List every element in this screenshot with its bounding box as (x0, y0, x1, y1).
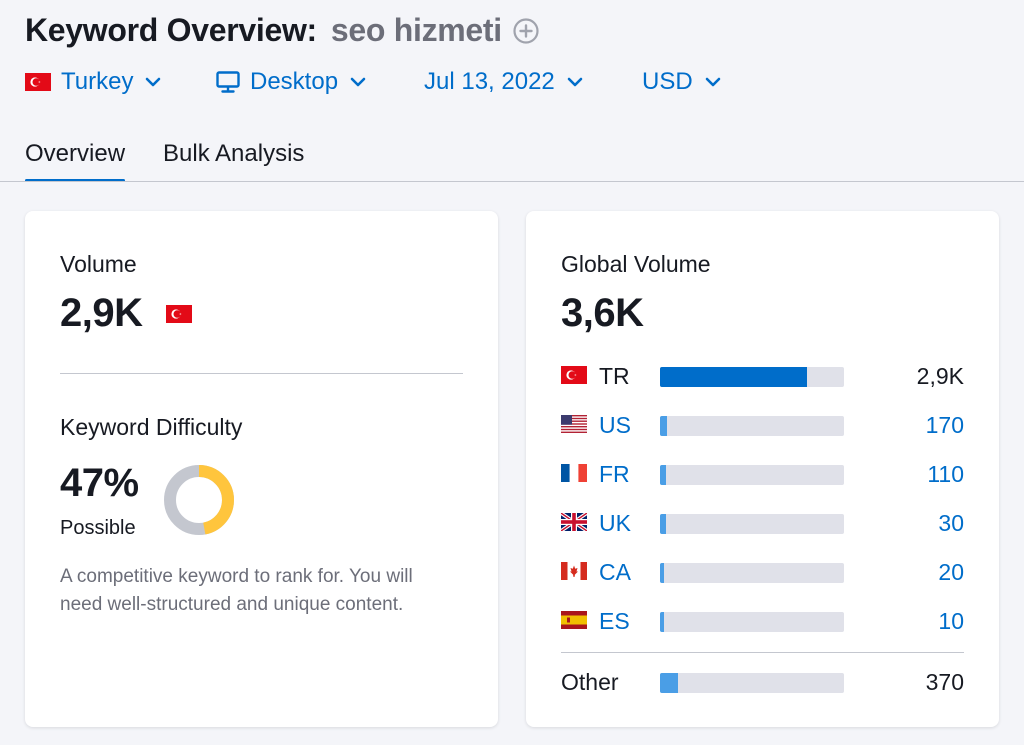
country-code[interactable]: FR (599, 461, 630, 488)
country-label: Turkey (61, 68, 134, 95)
keyword-text: seo hizmeti (330, 12, 502, 48)
keyword-difficulty-value: 47% (60, 461, 139, 505)
volume-bar-track (660, 673, 844, 693)
device-selector[interactable]: Desktop (216, 68, 366, 96)
global-volume-label: Global Volume (561, 251, 711, 277)
difficulty-donut-chart (164, 465, 234, 535)
other-volume: 370 (925, 669, 964, 695)
turkey-flag-icon (166, 305, 192, 323)
country-volume[interactable]: 10 (938, 608, 964, 635)
monitor-icon (216, 71, 240, 93)
date-selector[interactable]: Jul 13, 2022 (424, 68, 583, 96)
country-volume: 2,9K (916, 363, 964, 389)
page-header: Keyword Overview: seo hizmeti (25, 12, 540, 49)
country-code[interactable]: ES (599, 608, 630, 635)
keyword-difficulty-label: Keyword Difficulty (60, 414, 243, 440)
chevron-down-icon (350, 77, 366, 87)
difficulty-description: A competitive keyword to rank for. You w… (60, 566, 413, 615)
other-label: Other (561, 669, 619, 695)
country-code[interactable]: US (599, 412, 631, 439)
spain-flag-icon (561, 611, 587, 629)
global-volume-value: 3,6K (561, 291, 644, 335)
currency-label: USD (642, 68, 693, 95)
add-circle-icon[interactable] (512, 17, 540, 45)
volume-bar-track (660, 612, 844, 632)
volume-bar-fill (660, 367, 808, 387)
volume-bar-track (660, 465, 844, 485)
volume-bar-fill (660, 514, 666, 534)
tab-overview[interactable]: Overview (25, 140, 126, 182)
chevron-down-icon (705, 77, 720, 87)
country-row-ca[interactable]: CA 20 (561, 559, 964, 589)
volume-bar-fill (660, 673, 679, 693)
date-label: Jul 13, 2022 (424, 68, 555, 95)
country-selector[interactable]: Turkey (25, 68, 161, 96)
chevron-down-icon (567, 77, 583, 87)
country-row-uk[interactable]: UK 30 (561, 510, 964, 540)
volume-bar-track (660, 563, 844, 583)
volume-value: 2,9K (60, 291, 143, 335)
currency-selector[interactable]: USD (642, 68, 721, 96)
country-volume[interactable]: 110 (927, 461, 964, 488)
country-code[interactable]: CA (599, 559, 631, 586)
volume-label: Volume (60, 251, 137, 277)
france-flag-icon (561, 464, 587, 482)
country-row-tr: TR 2,9K (561, 363, 964, 393)
volume-bar-track (660, 416, 844, 436)
page-title: Keyword Overview: (25, 12, 317, 48)
tab-bulk-analysis[interactable]: Bulk Analysis (163, 140, 304, 168)
volume-card: Volume 2,9K Keyword Difficulty 47% Possi… (25, 211, 498, 727)
divider (561, 652, 964, 653)
chevron-down-icon (146, 77, 161, 87)
tab-divider (0, 181, 1024, 182)
difficulty-level: Possible (60, 517, 136, 539)
canada-flag-icon (561, 562, 587, 580)
usa-flag-icon (561, 415, 587, 433)
volume-bar-fill (660, 416, 668, 436)
volume-bar-track (660, 367, 844, 387)
country-row-other: Other 370 (561, 669, 964, 699)
turkey-flag-icon (25, 73, 51, 91)
volume-bar-fill (660, 465, 666, 485)
country-row-es[interactable]: ES 10 (561, 608, 964, 638)
volume-bar-track (660, 514, 844, 534)
global-volume-card: Global Volume 3,6K TR 2,9K US 170 FR 110… (526, 211, 999, 727)
device-label: Desktop (250, 68, 339, 95)
country-volume[interactable]: 30 (938, 510, 964, 537)
country-code: TR (599, 363, 630, 389)
country-volume[interactable]: 20 (938, 559, 964, 586)
volume-bar-fill (660, 612, 664, 632)
country-row-us[interactable]: US 170 (561, 412, 964, 442)
divider (60, 373, 463, 374)
country-code[interactable]: UK (599, 510, 631, 537)
country-volume[interactable]: 170 (926, 412, 964, 439)
volume-bar-fill (660, 563, 664, 583)
turkey-flag-icon (561, 366, 587, 384)
uk-flag-icon (561, 513, 587, 531)
country-row-fr[interactable]: FR 110 (561, 461, 964, 491)
